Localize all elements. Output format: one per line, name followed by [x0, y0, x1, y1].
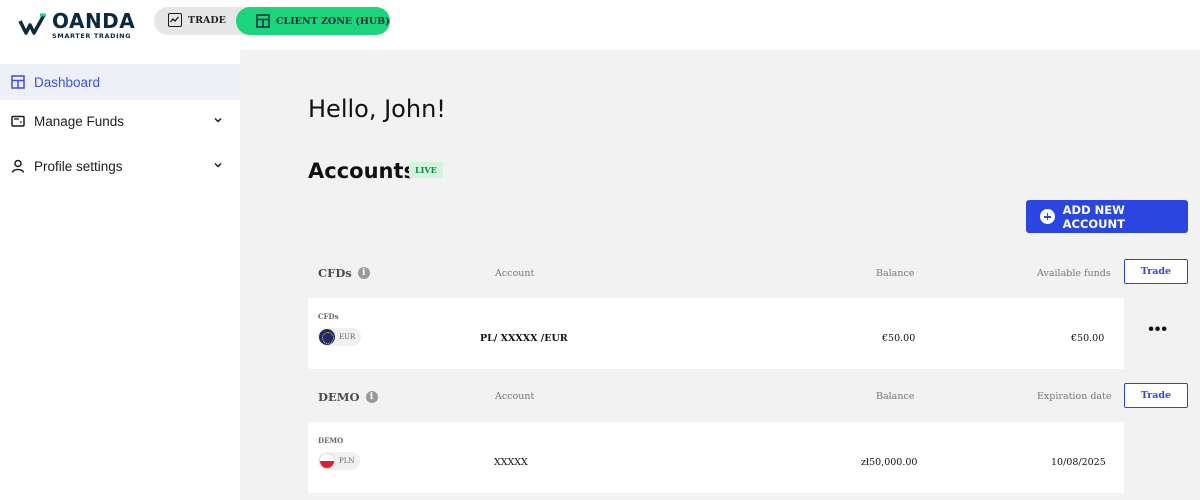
brand-name: OANDA [52, 8, 136, 33]
tab-client-zone[interactable]: CLIENT ZONE (HUB) [236, 7, 390, 35]
column-header-account: Account [495, 268, 535, 279]
available-funds: €50.00 [1071, 333, 1105, 344]
account-type: CFDs [318, 312, 339, 321]
oanda-logo-mark [18, 13, 46, 35]
tab-trade-label: TRADE [188, 14, 226, 26]
section-title-text: DEMO [318, 390, 360, 404]
dashboard-icon [11, 75, 25, 89]
live-badge: LIVE [409, 162, 443, 178]
main-content: Hello, John! Accounts LIVE ADD NEW ACCOU… [240, 50, 1200, 500]
column-header-balance: Balance [876, 268, 915, 279]
column-header-account: Account [495, 391, 535, 402]
column-header-balance: Balance [876, 391, 915, 402]
eu-flag-icon [319, 329, 335, 345]
account-number: XXXXX [494, 457, 528, 468]
chevron-down-icon [214, 162, 222, 168]
column-header-expiration-date: Expiration date [1037, 391, 1112, 402]
accounts-title: Accounts [308, 159, 417, 183]
brand-tagline: SMARTER TRADING [52, 31, 132, 40]
add-new-account-button[interactable]: ADD NEW ACCOUNT [1026, 200, 1188, 233]
section-title-cfds: CFDs i [318, 266, 370, 280]
expiration-date: 10/08/2025 [1051, 457, 1106, 468]
account-row-demo[interactable]: DEMO PLN XXXXX zł50,000.00 10/08/2025 [308, 422, 1188, 493]
currency-code: PLN [339, 457, 355, 465]
row-actions: ••• [1124, 298, 1188, 369]
section-title-demo: DEMO i [318, 390, 378, 404]
greeting: Hello, John! [308, 95, 446, 123]
sidebar-item-manage-funds[interactable]: Manage Funds [0, 103, 240, 139]
add-new-account-label: ADD NEW ACCOUNT [1062, 202, 1125, 231]
app-switcher: TRADE CLIENT ZONE (HUB) [154, 7, 390, 35]
plus-circle-icon [1040, 209, 1055, 224]
currency-pill: PLN [318, 452, 361, 470]
trade-button-cfds[interactable]: Trade [1124, 259, 1188, 284]
tab-trade[interactable]: TRADE [168, 13, 226, 27]
sidebar-item-dashboard[interactable]: Dashboard [0, 64, 240, 100]
info-icon[interactable]: i [365, 391, 378, 403]
dashboard-icon [256, 14, 270, 28]
account-type: DEMO [318, 436, 344, 445]
sidebar-item-label: Dashboard [34, 74, 101, 90]
more-options-icon[interactable]: ••• [1148, 322, 1168, 338]
column-header-available-funds: Available funds [1037, 268, 1111, 279]
currency-pill: EUR [318, 328, 362, 346]
info-icon[interactable]: i [357, 267, 370, 279]
tab-client-zone-label: CLIENT ZONE (HUB) [276, 15, 390, 27]
chevron-down-icon [214, 117, 222, 123]
oanda-logo[interactable]: OANDA SMARTER TRADING [18, 8, 138, 42]
account-number: PL/ XXXXX /EUR [480, 333, 568, 344]
user-icon [11, 159, 25, 173]
sidebar: Dashboard Manage Funds Profile settings [0, 50, 240, 500]
top-bar: OANDA SMARTER TRADING TRADE CLIENT ZONE … [0, 0, 1200, 50]
wallet-icon [11, 115, 25, 127]
section-title-text: CFDs [318, 266, 352, 280]
chart-line-icon [168, 13, 182, 27]
account-balance: zł50,000.00 [861, 457, 918, 468]
account-row-cfds[interactable]: CFDs EUR PL/ XXXXX /EUR €50.00 €50.00 ••… [308, 298, 1188, 369]
sidebar-item-profile-settings[interactable]: Profile settings [0, 148, 240, 184]
trade-button-demo[interactable]: Trade [1124, 383, 1188, 408]
account-balance: €50.00 [882, 333, 916, 344]
row-actions [1124, 422, 1188, 493]
sidebar-item-label: Profile settings [34, 158, 123, 174]
pl-flag-icon [319, 453, 335, 469]
sidebar-item-label: Manage Funds [34, 113, 125, 129]
currency-code: EUR [339, 333, 356, 341]
